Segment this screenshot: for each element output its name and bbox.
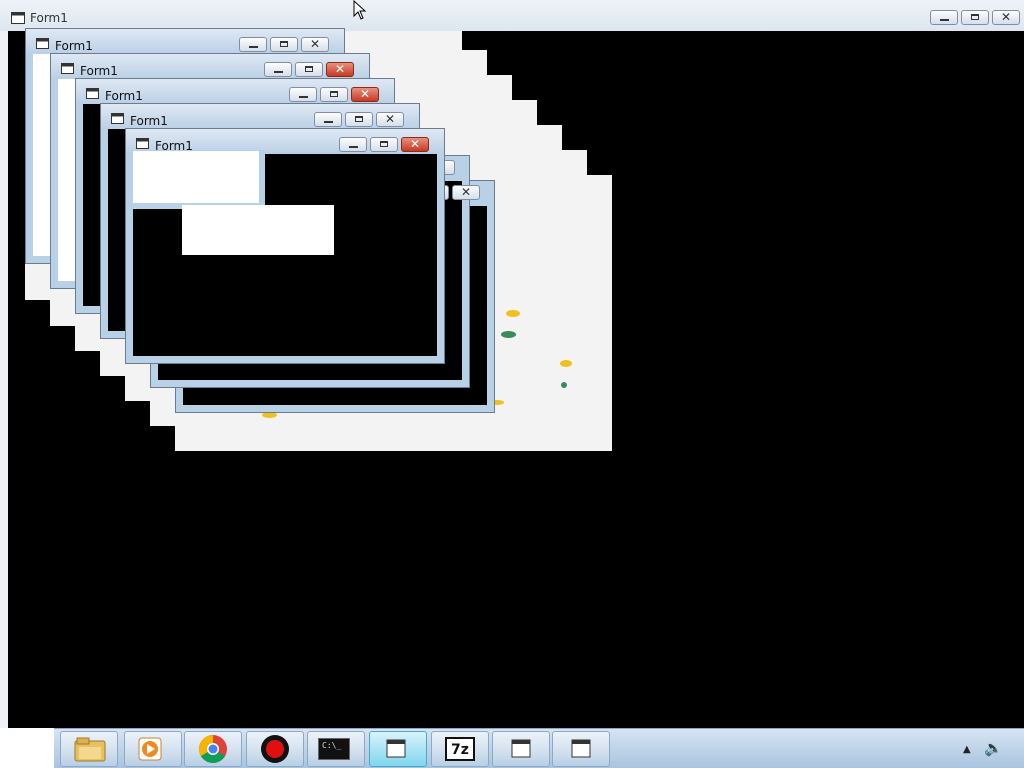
cmd-icon: C:\_ <box>318 738 350 760</box>
close-button[interactable]: ✕ <box>401 137 429 152</box>
minimize-button[interactable] <box>339 137 367 152</box>
window-icon <box>511 739 531 758</box>
minimize-icon <box>940 19 949 21</box>
form-caption-buttons: ✕ <box>264 62 354 77</box>
minimize-icon <box>349 146 358 148</box>
taskbar-command-prompt[interactable]: C:\_ <box>307 731 365 767</box>
minimize-icon <box>249 46 258 48</box>
close-button[interactable]: ✕ <box>351 87 379 102</box>
folder-icon <box>74 737 106 762</box>
form-title: Form1 <box>55 39 93 53</box>
record-icon <box>261 735 289 763</box>
taskbar-7zip[interactable]: 7z <box>431 731 489 767</box>
form-title: Form1 <box>130 114 168 128</box>
restore-icon <box>305 66 313 72</box>
play-icon <box>138 737 162 761</box>
maximize-button[interactable] <box>345 112 373 127</box>
decor-dot <box>560 360 572 367</box>
outer-window-title: Form1 <box>30 11 68 25</box>
desktop-screen: Form1 ✕ ✕ ✕ Fo <box>0 0 1024 768</box>
window-icon <box>36 38 49 49</box>
minimize-button[interactable] <box>930 10 958 25</box>
close-button[interactable]: ✕ <box>376 112 404 127</box>
minimize-icon <box>324 121 333 123</box>
form-caption-buttons: ✕ <box>239 37 329 52</box>
window-icon <box>136 138 149 149</box>
window-icon <box>571 739 591 758</box>
minimize-icon <box>274 71 283 73</box>
close-icon: ✕ <box>1000 10 1012 24</box>
decor-dot <box>506 310 520 317</box>
maximize-button[interactable] <box>295 62 323 77</box>
taskbar-form-window[interactable] <box>552 731 610 767</box>
window-icon <box>111 113 124 124</box>
minimize-button[interactable] <box>314 112 342 127</box>
close-icon: ✕ <box>409 137 421 151</box>
minimize-icon <box>299 96 308 98</box>
show-hidden-icons-arrow-icon[interactable]: ▲ <box>963 744 971 755</box>
restore-icon <box>330 91 338 97</box>
close-button[interactable]: ✕ <box>452 185 480 200</box>
close-icon: ✕ <box>384 112 396 126</box>
close-button[interactable]: ✕ <box>326 62 354 77</box>
decor-dot <box>561 382 567 388</box>
restore-icon <box>380 141 388 147</box>
maximize-button[interactable] <box>270 37 298 52</box>
close-button[interactable]: ✕ <box>301 37 329 52</box>
taskbar-form-window-active[interactable] <box>369 731 427 767</box>
form-caption-buttons: ✕ <box>289 87 379 102</box>
close-button[interactable]: ✕ <box>992 10 1020 25</box>
minimize-button[interactable] <box>264 62 292 77</box>
taskbar-chrome[interactable] <box>184 731 242 767</box>
maximize-button[interactable] <box>370 137 398 152</box>
maximize-button[interactable] <box>961 10 989 25</box>
white-panel <box>132 150 265 209</box>
decor-dot <box>501 331 516 338</box>
form-title: Form1 <box>80 64 118 78</box>
7zip-icon-text: 7z <box>451 742 469 758</box>
taskbar-recorder[interactable] <box>246 731 304 767</box>
cmd-icon-text: C:\_ <box>322 741 342 750</box>
mouse-cursor-icon <box>353 0 367 20</box>
taskbar-media-player[interactable] <box>124 731 182 767</box>
7zip-icon: 7z <box>445 737 475 761</box>
restore-icon <box>280 41 288 47</box>
restore-icon <box>971 14 979 20</box>
minimize-button[interactable] <box>289 87 317 102</box>
close-icon: ✕ <box>309 37 321 51</box>
form-caption-buttons: ✕ <box>314 112 404 127</box>
close-icon: ✕ <box>359 87 371 101</box>
taskbar-file-explorer[interactable] <box>60 731 118 767</box>
window-icon <box>11 12 25 24</box>
taskbar-form-window[interactable] <box>492 731 550 767</box>
window-icon <box>61 63 74 74</box>
outer-window-frame <box>0 31 8 728</box>
maximize-button[interactable] <box>320 87 348 102</box>
form-caption-buttons: ✕ <box>339 137 429 152</box>
white-panel <box>182 205 334 255</box>
taskbar-left-gap <box>0 728 54 768</box>
outer-caption-buttons: ✕ <box>930 10 1020 25</box>
restore-icon <box>355 116 363 122</box>
taskbar: C:\_ 7z ▲ 🔈 <box>54 728 1024 768</box>
form-title: Form1 <box>105 89 143 103</box>
outer-window-titlebar[interactable]: Form1 ✕ <box>0 0 1024 31</box>
minimize-button[interactable] <box>239 37 267 52</box>
volume-icon[interactable]: 🔈 <box>984 739 1003 757</box>
window-icon <box>86 88 99 99</box>
window-icon <box>386 739 406 758</box>
chrome-icon <box>199 735 227 763</box>
close-icon: ✕ <box>460 185 472 199</box>
close-icon: ✕ <box>334 62 346 76</box>
